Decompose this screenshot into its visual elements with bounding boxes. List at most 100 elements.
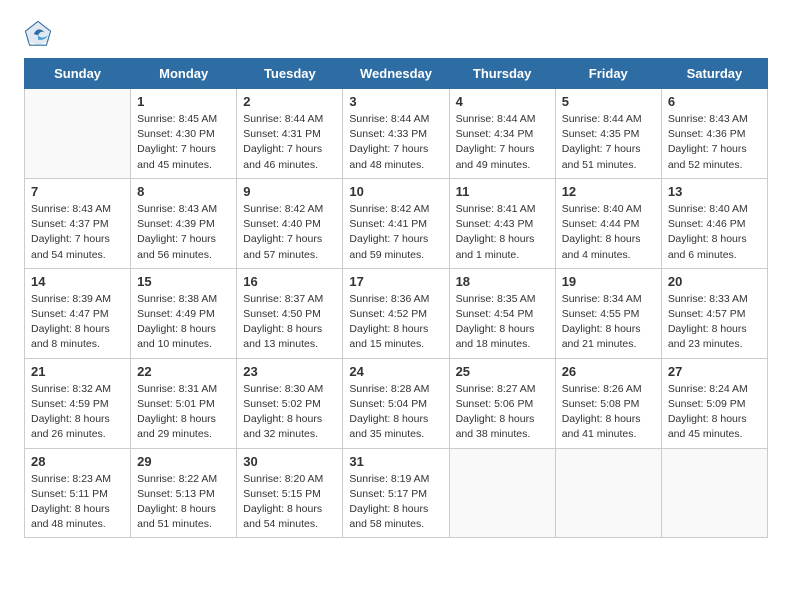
calendar-cell: 20 Sunrise: 8:33 AM Sunset: 4:57 PM Dayli… <box>661 268 767 358</box>
calendar-cell: 16 Sunrise: 8:37 AM Sunset: 4:50 PM Dayli… <box>237 268 343 358</box>
day-info: Sunrise: 8:34 AM Sunset: 4:55 PM Dayligh… <box>562 292 655 353</box>
calendar-cell: 1Sunrise: 8:45 AM Sunset: 4:30 PM Daylig… <box>131 89 237 179</box>
day-number: 8 <box>137 184 230 199</box>
day-header-friday: Friday <box>555 59 661 89</box>
calendar-cell: 9 Sunrise: 8:42 AM Sunset: 4:40 PM Daylig… <box>237 178 343 268</box>
day-number: 30 <box>243 454 336 469</box>
day-number: 4 <box>456 94 549 109</box>
day-header-wednesday: Wednesday <box>343 59 449 89</box>
calendar-cell: 31 Sunrise: 8:19 AM Sunset: 5:17 PM Dayli… <box>343 448 449 538</box>
day-info: Sunrise: 8:44 AM Sunset: 4:33 PM Dayligh… <box>349 112 442 173</box>
day-header-monday: Monday <box>131 59 237 89</box>
calendar-cell: 25Sunrise: 8:27 AM Sunset: 5:06 PM Dayli… <box>449 358 555 448</box>
day-number: 31 <box>349 454 442 469</box>
day-info: Sunrise: 8:43 AM Sunset: 4:36 PM Dayligh… <box>668 112 761 173</box>
calendar-cell: 13 Sunrise: 8:40 AM Sunset: 4:46 PM Dayli… <box>661 178 767 268</box>
day-info: Sunrise: 8:23 AM Sunset: 5:11 PM Dayligh… <box>31 472 124 533</box>
day-info: Sunrise: 8:42 AM Sunset: 4:41 PM Dayligh… <box>349 202 442 263</box>
day-info: Sunrise: 8:43 AM Sunset: 4:37 PM Dayligh… <box>31 202 124 263</box>
calendar-cell: 28 Sunrise: 8:23 AM Sunset: 5:11 PM Dayli… <box>25 448 131 538</box>
day-info: Sunrise: 8:39 AM Sunset: 4:47 PM Dayligh… <box>31 292 124 353</box>
day-number: 20 <box>668 274 761 289</box>
calendar-cell: 14 Sunrise: 8:39 AM Sunset: 4:47 PM Dayli… <box>25 268 131 358</box>
day-number: 11 <box>456 184 549 199</box>
day-number: 16 <box>243 274 336 289</box>
calendar-cell: 8 Sunrise: 8:43 AM Sunset: 4:39 PM Daylig… <box>131 178 237 268</box>
day-number: 21 <box>31 364 124 379</box>
day-number: 26 <box>562 364 655 379</box>
day-number: 17 <box>349 274 442 289</box>
day-number: 28 <box>31 454 124 469</box>
calendar-cell: 19 Sunrise: 8:34 AM Sunset: 4:55 PM Dayli… <box>555 268 661 358</box>
day-number: 19 <box>562 274 655 289</box>
day-info: Sunrise: 8:38 AM Sunset: 4:49 PM Dayligh… <box>137 292 230 353</box>
day-info: Sunrise: 8:43 AM Sunset: 4:39 PM Dayligh… <box>137 202 230 263</box>
day-number: 13 <box>668 184 761 199</box>
calendar-cell: 12 Sunrise: 8:40 AM Sunset: 4:44 PM Dayli… <box>555 178 661 268</box>
day-info: Sunrise: 8:32 AM Sunset: 4:59 PM Dayligh… <box>31 382 124 443</box>
calendar-cell: 3 Sunrise: 8:44 AM Sunset: 4:33 PM Daylig… <box>343 89 449 179</box>
calendar-cell: 29 Sunrise: 8:22 AM Sunset: 5:13 PM Dayli… <box>131 448 237 538</box>
day-header-sunday: Sunday <box>25 59 131 89</box>
calendar-week-row: 1Sunrise: 8:45 AM Sunset: 4:30 PM Daylig… <box>25 89 768 179</box>
day-number: 10 <box>349 184 442 199</box>
calendar-cell: 7 Sunrise: 8:43 AM Sunset: 4:37 PM Daylig… <box>25 178 131 268</box>
day-header-thursday: Thursday <box>449 59 555 89</box>
logo <box>24 20 56 48</box>
day-info: Sunrise: 8:19 AM Sunset: 5:17 PM Dayligh… <box>349 472 442 533</box>
day-info: Sunrise: 8:24 AM Sunset: 5:09 PM Dayligh… <box>668 382 761 443</box>
day-number: 22 <box>137 364 230 379</box>
calendar-cell <box>661 448 767 538</box>
calendar-cell <box>25 89 131 179</box>
day-info: Sunrise: 8:28 AM Sunset: 5:04 PM Dayligh… <box>349 382 442 443</box>
day-info: Sunrise: 8:44 AM Sunset: 4:35 PM Dayligh… <box>562 112 655 173</box>
day-info: Sunrise: 8:44 AM Sunset: 4:34 PM Dayligh… <box>456 112 549 173</box>
calendar-cell <box>555 448 661 538</box>
day-number: 29 <box>137 454 230 469</box>
calendar-cell: 21 Sunrise: 8:32 AM Sunset: 4:59 PM Dayli… <box>25 358 131 448</box>
day-info: Sunrise: 8:31 AM Sunset: 5:01 PM Dayligh… <box>137 382 230 443</box>
day-info: Sunrise: 8:40 AM Sunset: 4:46 PM Dayligh… <box>668 202 761 263</box>
calendar-week-row: 14 Sunrise: 8:39 AM Sunset: 4:47 PM Dayli… <box>25 268 768 358</box>
day-info: Sunrise: 8:44 AM Sunset: 4:31 PM Dayligh… <box>243 112 336 173</box>
calendar-cell: 17 Sunrise: 8:36 AM Sunset: 4:52 PM Dayli… <box>343 268 449 358</box>
day-info: Sunrise: 8:27 AM Sunset: 5:06 PM Dayligh… <box>456 382 549 443</box>
day-info: Sunrise: 8:33 AM Sunset: 4:57 PM Dayligh… <box>668 292 761 353</box>
calendar-cell: 5Sunrise: 8:44 AM Sunset: 4:35 PM Daylig… <box>555 89 661 179</box>
day-info: Sunrise: 8:36 AM Sunset: 4:52 PM Dayligh… <box>349 292 442 353</box>
day-number: 27 <box>668 364 761 379</box>
calendar-cell: 4 Sunrise: 8:44 AM Sunset: 4:34 PM Daylig… <box>449 89 555 179</box>
calendar-week-row: 28 Sunrise: 8:23 AM Sunset: 5:11 PM Dayli… <box>25 448 768 538</box>
calendar-cell: 18Sunrise: 8:35 AM Sunset: 4:54 PM Dayli… <box>449 268 555 358</box>
calendar-cell: 30Sunrise: 8:20 AM Sunset: 5:15 PM Dayli… <box>237 448 343 538</box>
day-info: Sunrise: 8:37 AM Sunset: 4:50 PM Dayligh… <box>243 292 336 353</box>
calendar-header-row: SundayMondayTuesdayWednesdayThursdayFrid… <box>25 59 768 89</box>
day-info: Sunrise: 8:45 AM Sunset: 4:30 PM Dayligh… <box>137 112 230 173</box>
day-number: 14 <box>31 274 124 289</box>
day-number: 2 <box>243 94 336 109</box>
day-number: 12 <box>562 184 655 199</box>
day-number: 7 <box>31 184 124 199</box>
calendar-cell: 24 Sunrise: 8:28 AM Sunset: 5:04 PM Dayli… <box>343 358 449 448</box>
day-info: Sunrise: 8:30 AM Sunset: 5:02 PM Dayligh… <box>243 382 336 443</box>
calendar-table: SundayMondayTuesdayWednesdayThursdayFrid… <box>24 58 768 538</box>
calendar-cell <box>449 448 555 538</box>
calendar-cell: 2 Sunrise: 8:44 AM Sunset: 4:31 PM Daylig… <box>237 89 343 179</box>
day-info: Sunrise: 8:41 AM Sunset: 4:43 PM Dayligh… <box>456 202 549 263</box>
day-number: 6 <box>668 94 761 109</box>
day-number: 23 <box>243 364 336 379</box>
calendar-cell: 6 Sunrise: 8:43 AM Sunset: 4:36 PM Daylig… <box>661 89 767 179</box>
day-info: Sunrise: 8:35 AM Sunset: 4:54 PM Dayligh… <box>456 292 549 353</box>
calendar-week-row: 21 Sunrise: 8:32 AM Sunset: 4:59 PM Dayli… <box>25 358 768 448</box>
day-number: 3 <box>349 94 442 109</box>
calendar-cell: 10 Sunrise: 8:42 AM Sunset: 4:41 PM Dayli… <box>343 178 449 268</box>
day-info: Sunrise: 8:22 AM Sunset: 5:13 PM Dayligh… <box>137 472 230 533</box>
calendar-cell: 22 Sunrise: 8:31 AM Sunset: 5:01 PM Dayli… <box>131 358 237 448</box>
day-number: 15 <box>137 274 230 289</box>
day-header-saturday: Saturday <box>661 59 767 89</box>
day-info: Sunrise: 8:40 AM Sunset: 4:44 PM Dayligh… <box>562 202 655 263</box>
day-number: 9 <box>243 184 336 199</box>
day-info: Sunrise: 8:42 AM Sunset: 4:40 PM Dayligh… <box>243 202 336 263</box>
day-number: 24 <box>349 364 442 379</box>
calendar-cell: 15 Sunrise: 8:38 AM Sunset: 4:49 PM Dayli… <box>131 268 237 358</box>
